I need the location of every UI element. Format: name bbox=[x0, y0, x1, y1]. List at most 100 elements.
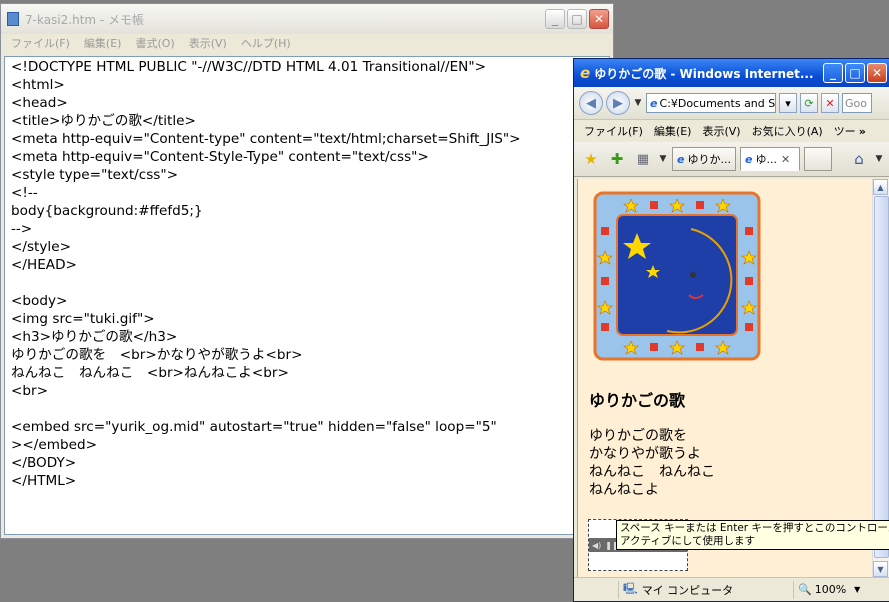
close-icon: ✕ bbox=[593, 12, 605, 26]
menu-view[interactable]: 表示(V) bbox=[189, 35, 227, 51]
maximize-icon: □ bbox=[849, 66, 861, 80]
home-dropdown-icon[interactable]: ▼ bbox=[874, 154, 884, 164]
page-heading: ゆりかごの歌 bbox=[589, 391, 686, 410]
scroll-up-icon[interactable]: ▲ bbox=[873, 179, 888, 195]
close-icon: ✕ bbox=[871, 66, 883, 80]
speaker-icon[interactable]: ◀) bbox=[592, 541, 601, 550]
code-line: <embed src="yurik_og.mid" autostart="tru… bbox=[11, 419, 497, 435]
lyric-line: ねんねこ ねんねこ bbox=[589, 464, 715, 480]
menu-help[interactable]: ヘルプ(H) bbox=[241, 35, 291, 51]
address-dropdown-button[interactable]: ▾ bbox=[779, 93, 797, 113]
code-line: <br> bbox=[11, 383, 48, 399]
ie-menu-edit[interactable]: 編集(E) bbox=[654, 123, 692, 139]
status-zone: 🖳 マイ コンピュータ bbox=[618, 580, 793, 599]
code-line: <!-- bbox=[11, 185, 38, 201]
code-line: <body> bbox=[11, 293, 68, 309]
lyric-line: かなりやが歌うよ bbox=[589, 446, 701, 462]
code-line: <title>ゆりかごの歌</title> bbox=[11, 113, 196, 129]
ie-menu-bar: ファイル(F) 編集(E) 表示(V) お気に入り(A) ツー » bbox=[574, 120, 889, 142]
chevron-down-icon: ▾ bbox=[785, 96, 791, 110]
notepad-minimize-button[interactable]: _ bbox=[545, 9, 565, 29]
search-input[interactable]: Goo bbox=[842, 93, 872, 113]
home-icon[interactable]: ⌂ bbox=[848, 150, 870, 168]
code-line: ></embed> bbox=[11, 437, 97, 453]
refresh-button[interactable]: ⟳ bbox=[800, 93, 818, 113]
code-line: </HEAD> bbox=[11, 257, 77, 273]
minimize-icon: _ bbox=[830, 66, 836, 80]
vertical-scrollbar[interactable]: ▲ ▼ bbox=[872, 179, 889, 577]
tab-list-dropdown-icon[interactable]: ▼ bbox=[658, 154, 668, 164]
code-line: </HTML> bbox=[11, 473, 77, 489]
scroll-down-icon[interactable]: ▼ bbox=[873, 561, 888, 577]
favorites-star-icon[interactable]: ★ bbox=[580, 150, 602, 168]
ie-title: ゆりかごの歌 - Windows Internet... bbox=[594, 66, 814, 81]
notepad-text-area[interactable]: <!DOCTYPE HTML PUBLIC "-//W3C//DTD HTML … bbox=[4, 56, 610, 535]
computer-icon: 🖳 bbox=[623, 582, 638, 595]
back-button[interactable]: ◀ bbox=[579, 91, 603, 115]
tab-close-icon[interactable]: ✕ bbox=[781, 153, 790, 166]
moon-image bbox=[593, 191, 761, 361]
notepad-maximize-button[interactable]: □ bbox=[567, 9, 587, 29]
ie-status-bar: 🖳 マイ コンピュータ 🔍 100% ▼ bbox=[574, 577, 889, 601]
tab-page-icon: e bbox=[677, 152, 685, 166]
tab-page-icon: e bbox=[745, 152, 753, 166]
minimize-icon: _ bbox=[552, 12, 558, 26]
ie-tab-bar: ★ ✚ ▦ ▼ e ゆりか... e ゆ... ✕ ⌂ ▼ bbox=[574, 142, 889, 177]
ie-close-button[interactable]: ✕ bbox=[867, 63, 887, 83]
address-input[interactable]: e C:¥Documents and S bbox=[646, 93, 776, 113]
ie-page-content: ゆりかごの歌 ゆりかごの歌を かなりやが歌うよ ねんねこ ねんねこ ねんねこよ … bbox=[577, 179, 873, 577]
tab-2[interactable]: e ゆ... ✕ bbox=[740, 147, 800, 171]
stop-icon: ✕ bbox=[825, 96, 835, 110]
menu-more-chevron[interactable]: » bbox=[859, 125, 866, 138]
menu-file[interactable]: ファイル(F) bbox=[11, 35, 70, 51]
notepad-title: 7-kasi2.htm - メモ帳 bbox=[25, 12, 145, 27]
code-line: --> bbox=[11, 221, 33, 237]
refresh-icon: ⟳ bbox=[804, 96, 814, 110]
ie-minimize-button[interactable]: _ bbox=[823, 63, 843, 83]
code-line: <img src="tuki.gif"> bbox=[11, 311, 155, 327]
new-tab-button[interactable] bbox=[804, 147, 832, 171]
status-text bbox=[574, 581, 618, 599]
code-line: </style> bbox=[11, 239, 71, 255]
notepad-title-bar[interactable]: 7-kasi2.htm - メモ帳 _ □ ✕ bbox=[1, 4, 613, 34]
code-line: ねんねこ ねんねこ <br>ねんねこよ<br> bbox=[11, 365, 289, 381]
code-line: <!DOCTYPE HTML PUBLIC "-//W3C//DTD HTML … bbox=[11, 59, 486, 75]
activation-tooltip: スペース キーまたは Enter キーを押すとこのコントロールをアクティブにして… bbox=[616, 520, 889, 550]
code-line: body{background:#ffefd5;} bbox=[11, 203, 203, 219]
ie-title-bar[interactable]: e ゆりかごの歌 - Windows Internet... _ □ ✕ bbox=[574, 59, 889, 87]
code-line: <meta http-equiv="Content-type" content=… bbox=[11, 131, 521, 147]
ie-address-bar: ◀ ▶ ▼ e C:¥Documents and S ▾ ⟳ ✕ Goo bbox=[574, 87, 889, 120]
forward-arrow-icon: ▶ bbox=[613, 95, 623, 111]
ie-menu-view[interactable]: 表示(V) bbox=[702, 123, 740, 139]
ie-logo-icon: e bbox=[580, 64, 591, 82]
add-favorite-icon[interactable]: ✚ bbox=[606, 150, 628, 168]
tab-1[interactable]: e ゆりか... bbox=[672, 147, 736, 171]
lyric-line: ねんねこよ bbox=[589, 482, 659, 498]
ie-menu-favorites[interactable]: お気に入り(A) bbox=[752, 123, 823, 139]
stop-button[interactable]: ✕ bbox=[821, 93, 839, 113]
ie-maximize-button[interactable]: □ bbox=[845, 63, 865, 83]
code-line: <html> bbox=[11, 77, 65, 93]
maximize-icon: □ bbox=[571, 12, 583, 26]
zoom-icon: 🔍 bbox=[798, 583, 812, 596]
notepad-app-icon bbox=[7, 12, 19, 26]
lyric-line: ゆりかごの歌を bbox=[589, 428, 687, 444]
page-body-text: ゆりかごの歌を かなりやが歌うよ ねんねこ ねんねこ ねんねこよ bbox=[589, 427, 715, 499]
menu-edit[interactable]: 編集(E) bbox=[84, 35, 122, 51]
ie-menu-tools[interactable]: ツー bbox=[834, 123, 856, 139]
code-line: </BODY> bbox=[11, 455, 77, 471]
scroll-thumb[interactable] bbox=[874, 196, 889, 558]
menu-format[interactable]: 書式(O) bbox=[135, 35, 174, 51]
ie-menu-file[interactable]: ファイル(F) bbox=[584, 123, 643, 139]
forward-button[interactable]: ▶ bbox=[606, 91, 630, 115]
page-icon: e bbox=[650, 96, 658, 110]
quick-tabs-icon[interactable]: ▦ bbox=[632, 152, 654, 167]
notepad-window: 7-kasi2.htm - メモ帳 _ □ ✕ ファイル(F) 編集(E) 書式… bbox=[0, 3, 614, 539]
code-line: ゆりかごの歌を <br>かなりやが歌うよ<br> bbox=[11, 347, 303, 363]
history-dropdown-icon[interactable]: ▼ bbox=[633, 98, 643, 108]
zoom-dropdown-icon: ▼ bbox=[854, 585, 861, 594]
zoom-control[interactable]: 🔍 100% ▼ bbox=[793, 580, 888, 599]
notepad-close-button[interactable]: ✕ bbox=[589, 9, 609, 29]
